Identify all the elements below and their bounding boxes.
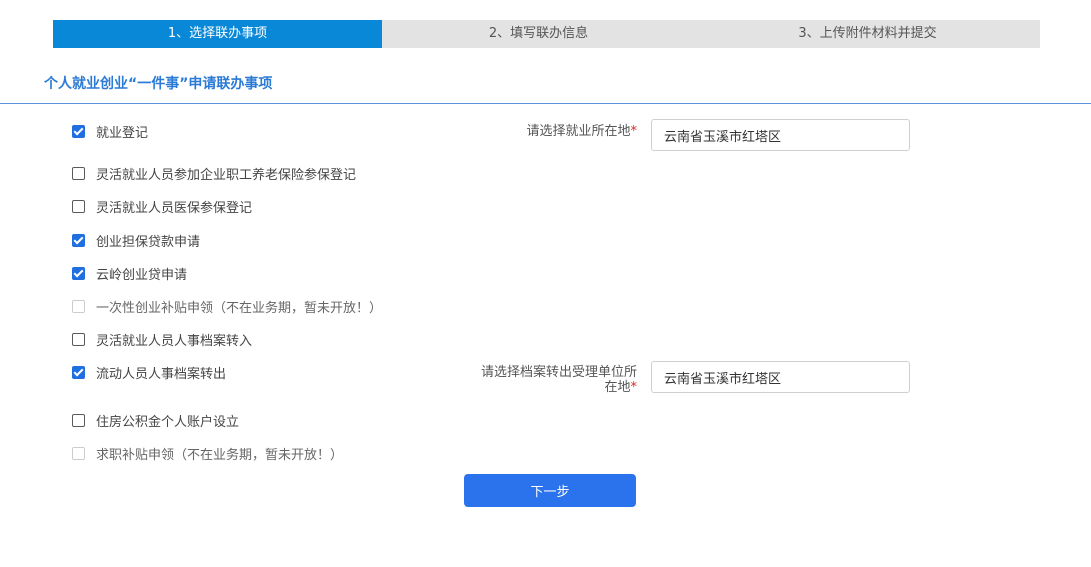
checkbox-startup-guarantee-loan[interactable] bbox=[72, 233, 85, 247]
item-label: 灵活就业人员人事档案转入 bbox=[96, 333, 253, 349]
item-label: 灵活就业人员医保参保登记 bbox=[96, 200, 253, 216]
archive-location-input[interactable] bbox=[651, 361, 910, 393]
item-archive-transfer-out[interactable]: 流动人员人事档案转出 bbox=[72, 362, 226, 382]
checkbox-archive-transfer-in[interactable] bbox=[72, 332, 85, 346]
checkbox-yunling-startup-loan[interactable] bbox=[72, 266, 85, 280]
item-archive-transfer-in[interactable]: 灵活就业人员人事档案转入 bbox=[72, 329, 252, 349]
checkbox-employment-registration[interactable] bbox=[72, 124, 85, 138]
employment-location-input[interactable] bbox=[651, 119, 910, 151]
item-yunling-startup-loan[interactable]: 云岭创业贷申请 bbox=[72, 263, 187, 283]
item-job-seeking-subsidy: 求职补贴申领（不在业务期，暂未开放！） bbox=[72, 443, 343, 463]
checkbox-archive-transfer-out[interactable] bbox=[72, 365, 85, 379]
required-mark: * bbox=[630, 124, 638, 139]
item-one-time-startup-subsidy: 一次性创业补贴申领（不在业务期，暂未开放！） bbox=[72, 296, 382, 316]
required-mark: * bbox=[630, 380, 638, 395]
item-flexible-pension-insurance[interactable]: 灵活就业人员参加企业职工养老保险参保登记 bbox=[72, 163, 356, 183]
item-label: 流动人员人事档案转出 bbox=[96, 366, 227, 382]
item-housing-fund-account[interactable]: 住房公积金个人账户设立 bbox=[72, 410, 239, 430]
step-1-select-items: 1、选择联办事项 bbox=[53, 20, 382, 48]
item-employment-registration[interactable]: 就业登记 bbox=[72, 121, 148, 141]
page-title: 个人就业创业“一件事”申请联办事项 bbox=[44, 76, 273, 92]
step-3-upload-submit: 3、上传附件材料并提交 bbox=[798, 26, 937, 41]
title-divider bbox=[0, 103, 1091, 104]
item-label: 一次性创业补贴申领（不在业务期，暂未开放！） bbox=[96, 300, 383, 316]
checkbox-one-time-startup-subsidy bbox=[72, 299, 85, 313]
item-label: 住房公积金个人账户设立 bbox=[96, 414, 240, 430]
checkbox-flexible-medical-insurance[interactable] bbox=[72, 199, 85, 213]
archive-location-label: 请选择档案转出受理单位所 在地* bbox=[480, 365, 638, 395]
item-label: 灵活就业人员参加企业职工养老保险参保登记 bbox=[96, 167, 357, 183]
item-flexible-medical-insurance[interactable]: 灵活就业人员医保参保登记 bbox=[72, 196, 252, 216]
item-label: 求职补贴申领（不在业务期，暂未开放！） bbox=[96, 447, 344, 463]
item-startup-guarantee-loan[interactable]: 创业担保贷款申请 bbox=[72, 230, 200, 250]
item-label: 创业担保贷款申请 bbox=[96, 234, 201, 250]
checkbox-job-seeking-subsidy bbox=[72, 446, 85, 460]
checkbox-flexible-pension-insurance[interactable] bbox=[72, 166, 85, 180]
checkbox-housing-fund-account[interactable] bbox=[72, 413, 85, 427]
item-label: 就业登记 bbox=[96, 125, 149, 141]
step-2-fill-info: 2、填写联办信息 bbox=[488, 26, 589, 41]
next-step-button[interactable]: 下一步 bbox=[464, 474, 636, 507]
employment-location-label: 请选择就业所在地* bbox=[526, 124, 637, 139]
item-label: 云岭创业贷申请 bbox=[96, 267, 188, 283]
step-progress-bar: 1、选择联办事项 2、填写联办信息 3、上传附件材料并提交 bbox=[53, 20, 1040, 48]
